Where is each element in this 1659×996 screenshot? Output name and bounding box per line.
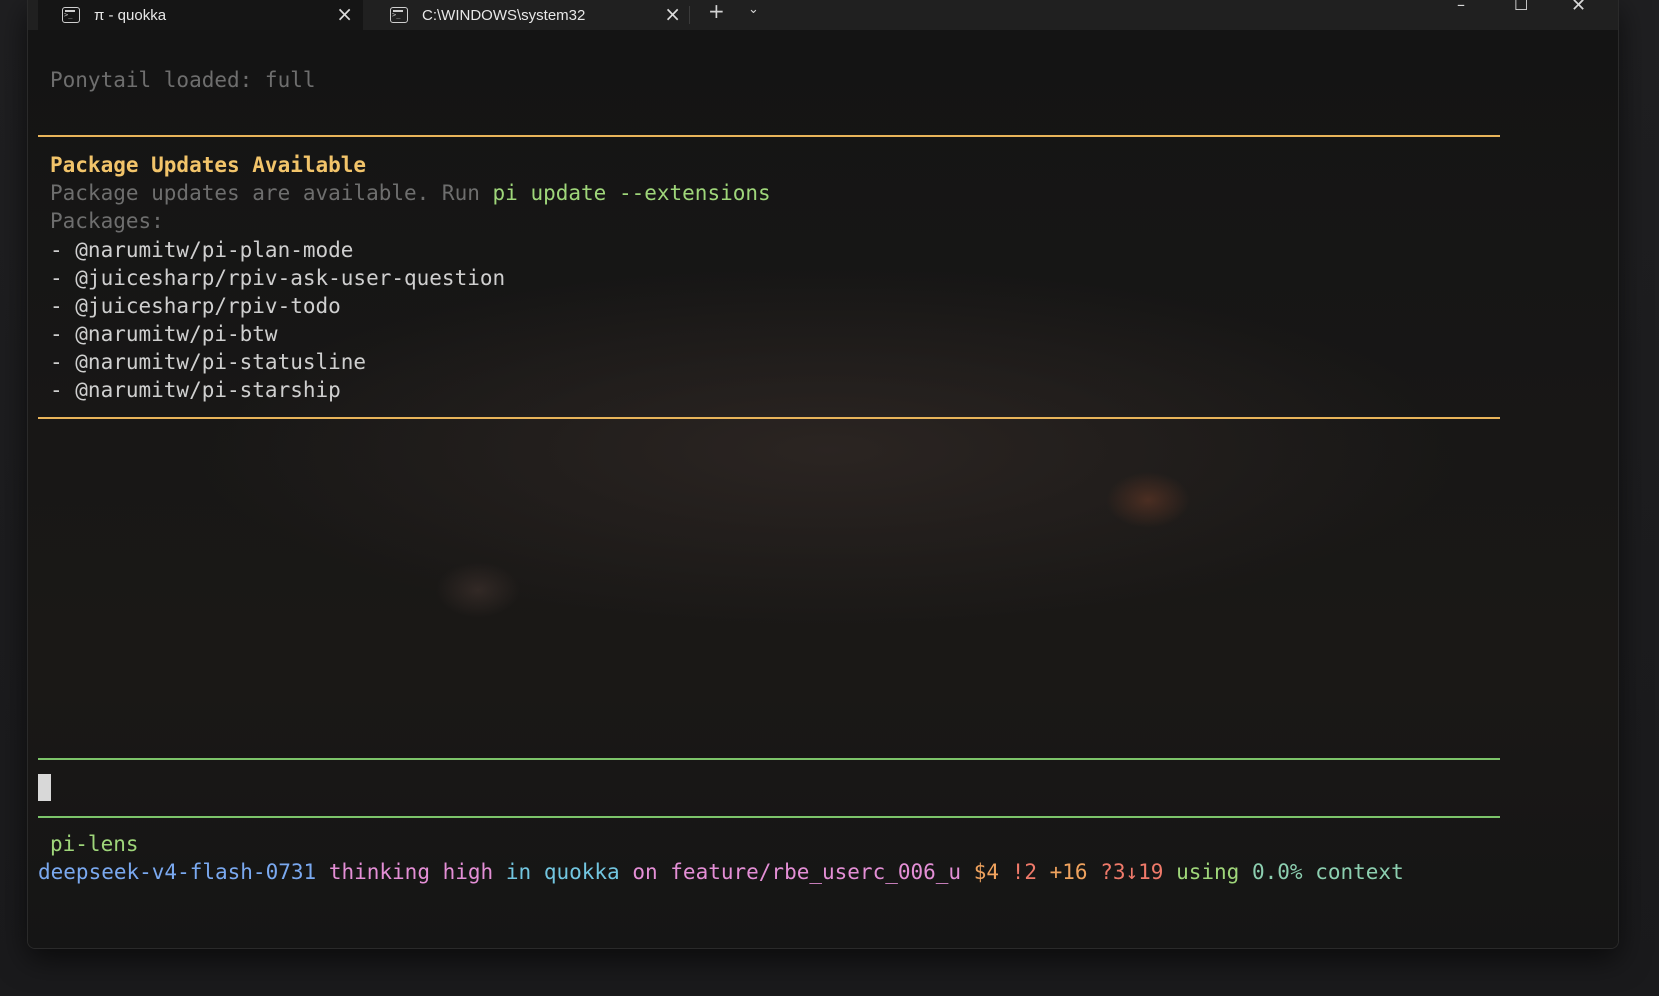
tab-divider <box>689 6 690 24</box>
package-item: - @narumitw/pi-statusline <box>50 350 367 374</box>
updates-bottom-divider <box>38 417 1500 419</box>
cost: $4 <box>973 860 1000 884</box>
terminal-icon <box>62 7 80 23</box>
minimize-button[interactable]: – <box>1457 0 1465 13</box>
directory-name: quokka <box>543 860 620 884</box>
update-command: pi update --extensions <box>492 181 771 205</box>
tab-bar: π - quokka × C:\WINDOWS\system32 × + ⌄ –… <box>28 0 1618 30</box>
status-line: deepseek-v4-flash-0731 thinking high in … <box>38 858 1404 886</box>
modified-count: !2 <box>1011 860 1037 884</box>
updates-title: Package Updates Available <box>50 153 367 177</box>
ponytail-status-line: Ponytail loaded: full <box>50 68 316 92</box>
package-item: - @juicesharp/rpiv-todo <box>50 294 341 318</box>
tab-system32[interactable]: C:\WINDOWS\system32 × <box>366 0 691 30</box>
close-icon[interactable]: × <box>336 3 353 25</box>
using-word: using <box>1176 860 1240 884</box>
packages-label: Packages: <box>50 209 164 233</box>
terminal-pane[interactable]: Ponytail loaded: full Package Updates Av… <box>28 30 1618 948</box>
context-word: context <box>1315 860 1404 884</box>
tab-quokka[interactable]: π - quokka × <box>38 0 363 30</box>
maximize-button[interactable]: ☐ <box>1514 0 1528 13</box>
on-word: on <box>632 860 658 884</box>
git-branch: feature/rbe_userc_006_u <box>670 860 962 884</box>
package-item: - @juicesharp/rpiv-ask-user-question <box>50 266 506 290</box>
updates-top-divider <box>38 135 1500 137</box>
close-icon[interactable]: × <box>664 3 681 25</box>
tab-label: C:\WINDOWS\system32 <box>422 6 586 24</box>
added-count: +16 <box>1049 860 1088 884</box>
context-percent: 0.0% <box>1251 860 1303 884</box>
package-item: - @narumitw/pi-starship <box>50 378 341 402</box>
updates-text: Package updates are available. Run <box>50 181 493 205</box>
text-cursor[interactable] <box>38 774 51 801</box>
tab-label: π - quokka <box>94 6 167 24</box>
package-item: - @narumitw/pi-btw <box>50 322 278 346</box>
thinking-level: high <box>442 860 494 884</box>
input-top-divider <box>38 758 1500 760</box>
new-tab-button[interactable]: + <box>708 0 725 22</box>
close-window-button[interactable]: ✕ <box>1571 0 1586 15</box>
footer-label: pi-lens <box>50 832 139 856</box>
terminal-window: π - quokka × C:\WINDOWS\system32 × + ⌄ –… <box>27 0 1619 949</box>
in-word: in <box>505 860 532 884</box>
model-name: deepseek-v4-flash-0731 <box>38 860 317 884</box>
terminal-icon <box>390 7 408 23</box>
chevron-down-icon[interactable]: ⌄ <box>748 0 759 20</box>
package-item: - @narumitw/pi-plan-mode <box>50 238 354 262</box>
input-bottom-divider <box>38 816 1500 818</box>
thinking-label: thinking <box>328 860 430 884</box>
untracked-count: ?3↓19 <box>1100 860 1164 884</box>
updates-message: Package updates are available. Run pi up… <box>50 179 771 207</box>
